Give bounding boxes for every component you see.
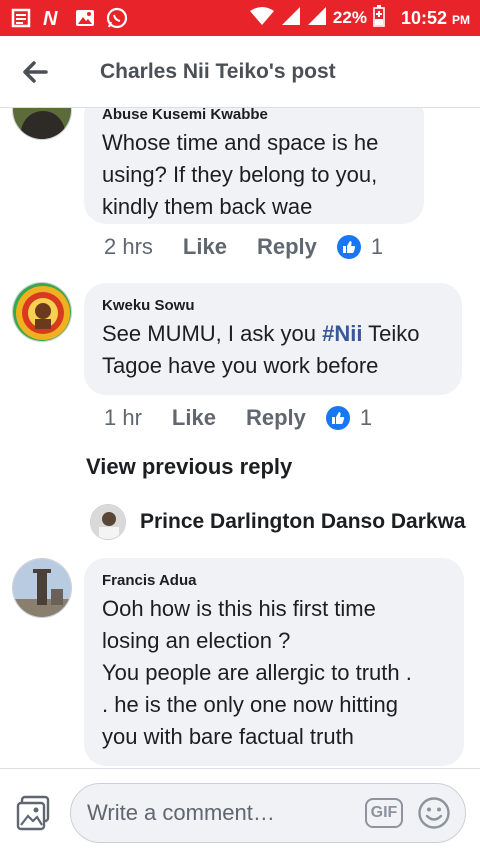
gallery-icon [74, 7, 96, 29]
comment-input-box[interactable]: GIF [70, 783, 466, 843]
wifi-icon [249, 6, 275, 31]
news-app-icon [10, 7, 32, 29]
reaction-count: 1 [359, 405, 373, 430]
avatar[interactable] [12, 282, 72, 342]
comments-list[interactable]: Abuse Kusemi Kwabbe Whose time and space… [0, 108, 480, 768]
photo-icon [16, 795, 50, 831]
hashtag-link[interactable]: #Nii [322, 321, 362, 346]
smiley-icon [418, 797, 450, 829]
comment-bubble[interactable]: Abuse Kusemi Kwabbe Whose time and space… [84, 108, 424, 224]
comment-text: See MUMU, I ask you #Nii Teiko Tagoe hav… [102, 321, 420, 378]
comment-bubble[interactable]: Francis Adua Ooh how is this his first t… [84, 558, 464, 766]
status-bar: N 22% 10:52 PM [0, 0, 480, 36]
reply-button[interactable]: Reply [246, 405, 306, 431]
add-photo-button[interactable] [16, 795, 52, 831]
commenter-name[interactable]: Abuse Kusemi Kwabbe [102, 108, 406, 123]
svg-text:N: N [43, 8, 58, 28]
commenter-name[interactable]: Francis Adua [102, 572, 446, 589]
post-header: Charles Nii Teiko's post [0, 36, 480, 108]
thumbs-up-icon [325, 406, 350, 430]
thumbs-up-icon [336, 235, 361, 259]
gif-button[interactable]: GIF [365, 798, 403, 828]
avatar[interactable] [90, 504, 126, 540]
comment-bubble[interactable]: Kweku Sowu See MUMU, I ask you #Nii Teik… [84, 283, 462, 395]
avatar[interactable] [12, 108, 72, 140]
reply-preview[interactable]: Prince Darlington Danso Darkwa [90, 504, 480, 540]
avatar[interactable] [12, 558, 72, 618]
commenter-name[interactable]: Kweku Sowu [102, 297, 444, 314]
battery-charging-icon [373, 4, 385, 32]
reaction-summary[interactable]: 1 [325, 405, 373, 431]
view-previous-reply-link[interactable]: View previous reply [86, 454, 292, 480]
comment-time[interactable]: 2 hrs [104, 234, 153, 260]
back-button[interactable] [0, 36, 70, 108]
reaction-summary[interactable]: 1 [336, 234, 384, 260]
comment-input[interactable] [87, 784, 357, 842]
signal-icon-2 [307, 6, 327, 31]
like-button[interactable]: Like [183, 234, 227, 260]
whatsapp-icon [106, 7, 128, 29]
reply-button[interactable]: Reply [257, 234, 317, 260]
signal-icon-1 [281, 6, 301, 31]
comment-time[interactable]: 1 hr [104, 405, 142, 431]
comment-text: Whose time and space is he using? If the… [102, 130, 379, 219]
comment-actions: 1 hr Like Reply 1 [104, 405, 372, 431]
clock: 10:52 PM [400, 7, 470, 28]
n-app-icon: N [42, 7, 64, 29]
comment-composer: GIF [0, 768, 480, 854]
reaction-count: 1 [370, 234, 384, 259]
comment-text: Ooh how is this his first time losing an… [102, 596, 412, 749]
comment-actions: 2 hrs Like Reply 1 [104, 234, 383, 260]
page-title: Charles Nii Teiko's post [100, 59, 336, 83]
emoji-button[interactable] [417, 796, 451, 830]
like-button[interactable]: Like [172, 405, 216, 431]
battery-percent: 22% [332, 8, 367, 27]
back-arrow-icon [23, 60, 48, 83]
reply-author-name[interactable]: Prince Darlington Danso Darkwa [140, 510, 466, 534]
